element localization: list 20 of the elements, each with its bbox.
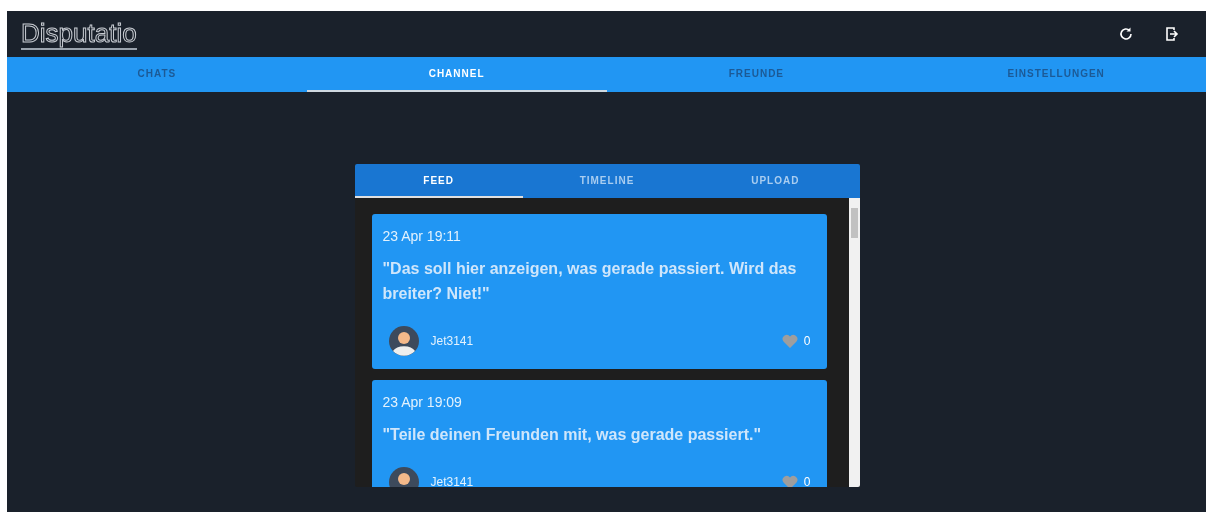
post-text: "Teile deinen Freunden mit, was gerade passiert." [382,425,763,445]
nav-tab[interactable]: CHANNEL [306,57,607,92]
feed-view-tab[interactable]: FEED [354,164,523,198]
scrollbar[interactable] [848,198,860,487]
nav-tab[interactable]: CHATS [7,57,307,92]
avatar-icon [388,326,419,356]
like-count: 0 [803,334,811,348]
like-count: 0 [803,475,811,487]
author-name: Jet3141 [430,334,475,348]
nav-tab[interactable]: FREUNDE [606,57,907,92]
logout-icon[interactable] [1164,26,1180,42]
feed-view-tab[interactable]: TIMELINE [522,164,692,198]
post-text: "Das soll hier anzeigen, was gerade passiert. Wird das breiter? Niet!" [382,259,798,304]
post-time: 23 Apr 19:11 [382,228,462,244]
refresh-icon[interactable] [1118,26,1134,42]
nav-tab[interactable]: EINSTELLUNGEN [906,57,1206,92]
author-name: Jet3141 [430,475,475,487]
app-logo: Disputatio [21,18,137,50]
feed-view-tab[interactable]: UPLOAD [691,164,860,198]
post-time: 23 Apr 19:09 [382,394,463,410]
